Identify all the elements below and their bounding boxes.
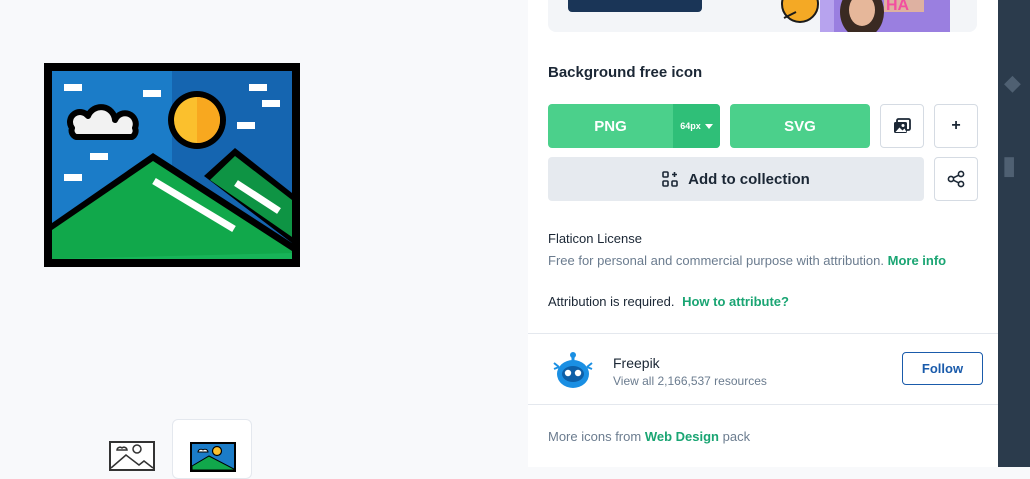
banner-cta-button[interactable] [568, 0, 702, 12]
follow-button[interactable]: Follow [902, 352, 983, 385]
download-svg-button[interactable]: SVG [730, 104, 870, 148]
share-icon [947, 170, 965, 188]
license-description-text: Free for personal and commercial purpose… [548, 253, 884, 268]
more-icons-suffix: pack [722, 429, 751, 444]
chevron-down-icon [704, 123, 713, 129]
edit-icon-button[interactable] [880, 104, 924, 148]
background-shape-icon: ▮ [1002, 150, 1017, 180]
more-info-link[interactable]: More info [888, 253, 947, 268]
landscape-icon [44, 63, 300, 267]
promo-banner[interactable]: HA [548, 0, 977, 32]
share-button[interactable] [934, 157, 978, 201]
png-size-label: 64px [680, 121, 701, 131]
attribution-note: Attribution is required. How to attribut… [548, 294, 789, 309]
add-to-collection-button[interactable]: Add to collection [548, 157, 924, 201]
png-size-dropdown[interactable]: 64px [673, 104, 720, 148]
attribution-text: Attribution is required. [548, 294, 675, 309]
landscape-color-icon [190, 442, 236, 472]
banner-photo: HA [780, 0, 955, 32]
svg-label: SVG [784, 117, 816, 135]
divider [528, 404, 998, 405]
divider [528, 333, 998, 334]
png-label: PNG [594, 117, 627, 135]
icon-title: Background free icon [548, 64, 703, 81]
thumbnail-filled[interactable] [172, 419, 252, 479]
collection-icon [662, 171, 678, 187]
image-edit-icon [894, 118, 911, 133]
more-icons-prefix: More icons from [548, 429, 642, 444]
follow-label: Follow [921, 361, 964, 376]
svg-text:HA: HA [886, 0, 910, 14]
download-png-button[interactable]: PNG 64px [548, 104, 720, 148]
pack-link[interactable]: Web Design [645, 429, 719, 444]
more-options-button[interactable]: + [934, 104, 978, 148]
collection-label: Add to collection [688, 170, 810, 188]
thumbnail-lineal[interactable] [92, 419, 172, 479]
author-resources-link[interactable]: View all 2,166,537 resources [613, 374, 767, 388]
author-name[interactable]: Freepik [613, 355, 660, 371]
icon-preview-pane [0, 0, 528, 479]
icon-detail-pane: HA Background free icon PNG 64px SVG + A… [528, 0, 998, 467]
freepik-avatar-icon[interactable] [552, 351, 594, 391]
license-description: Free for personal and commercial purpose… [548, 253, 946, 268]
how-to-attribute-link[interactable]: How to attribute? [682, 294, 789, 309]
more-icons-from-pack: More icons from Web Design pack [548, 429, 750, 444]
background-shape-icon: ◆ [1004, 70, 1021, 95]
background-overlay[interactable]: ◆ ▮ [998, 0, 1030, 467]
license-title: Flaticon License [548, 231, 642, 246]
plus-label: + [951, 117, 961, 134]
